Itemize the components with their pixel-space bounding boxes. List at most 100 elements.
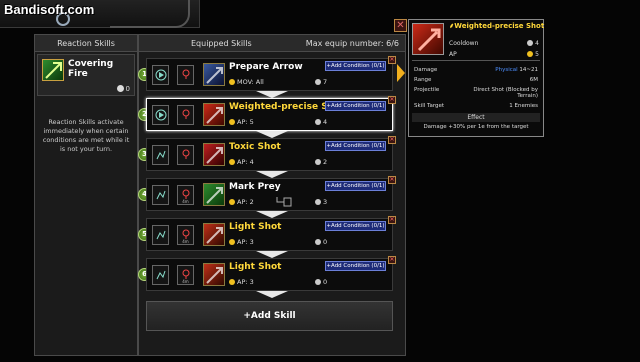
- target-location-button[interactable]: [177, 145, 194, 165]
- skill-cost: AP: 4: [229, 158, 254, 166]
- skill-cooldown: 0: [315, 278, 327, 286]
- skill-name: Light Shot: [229, 262, 282, 272]
- target-mode-button[interactable]: [152, 145, 169, 165]
- cooldown-icon: [315, 199, 321, 205]
- reaction-skills-title: Reaction Skills: [35, 35, 137, 52]
- skill-cost: AP: 3: [229, 238, 254, 246]
- cooldown-icon: [315, 159, 321, 165]
- skill-tooltip: ⸙Weighted-precise Shot Cooldown 4 AP 5 D…: [408, 19, 544, 137]
- tooltip-projectile-label: Projectile: [414, 87, 440, 93]
- range-label: 4m: [182, 279, 189, 284]
- cooldown-icon: [315, 239, 321, 245]
- add-condition-button[interactable]: +Add Condition (0/1): [325, 221, 386, 231]
- reaction-skill-name: Covering Fire: [68, 59, 114, 79]
- target-mode-button[interactable]: [152, 65, 169, 85]
- tooltip-damage-label: Damage: [414, 67, 438, 73]
- tooltip-range-value: 6M: [529, 77, 538, 83]
- ap-icon: [229, 159, 235, 165]
- cooldown-icon: [315, 119, 321, 125]
- equipped-skill-row[interactable]: Toxic Shot AP: 4 2 +Add Condition (0/1) ✕: [146, 136, 396, 171]
- tooltip-effect-value: Damage +30% per 1e from the target: [423, 124, 529, 130]
- sequence-arrow-icon: [256, 91, 288, 98]
- add-condition-button[interactable]: +Add Condition (0/1): [325, 61, 386, 71]
- skill-cooldown: 7: [315, 78, 327, 86]
- remove-skill-icon[interactable]: ✕: [388, 256, 396, 264]
- remove-skill-icon[interactable]: ✕: [388, 176, 396, 184]
- covering-fire-icon: [42, 59, 64, 81]
- selection-pointer-icon: [397, 64, 405, 82]
- hud-frame-ornament: [110, 0, 190, 28]
- equipped-skill-row[interactable]: 4m Light Shot AP: 3 0 +Add Condition (0/1) ✕: [146, 216, 396, 251]
- skill-icon: [203, 63, 225, 86]
- skill-name: Toxic Shot: [229, 142, 281, 152]
- remove-skill-icon[interactable]: ✕: [388, 56, 396, 64]
- ap-icon: [527, 51, 534, 57]
- target-mode-button[interactable]: [152, 185, 169, 205]
- skill-cooldown: 3: [315, 198, 327, 206]
- reaction-skills-panel: Reaction Skills Covering Fire 0 Reaction…: [34, 34, 138, 356]
- equipped-skill-row[interactable]: 4m Light Shot AP: 3 0 +Add Condition (0/1) ✕: [146, 256, 396, 291]
- add-condition-button[interactable]: +Add Condition (0/1): [325, 181, 386, 191]
- skill-cooldown: 0: [315, 238, 327, 246]
- remove-skill-icon[interactable]: ✕: [388, 136, 396, 144]
- tooltip-skill-name: ⸙Weighted-precise Shot: [449, 22, 545, 30]
- skill-icon: [203, 103, 225, 126]
- close-icon[interactable]: ✕: [394, 19, 407, 32]
- reaction-skill-slot[interactable]: Covering Fire 0: [37, 54, 135, 96]
- tooltip-ap-value: 5: [527, 51, 539, 58]
- tooltip-target-value: 1 Enemies: [509, 103, 538, 109]
- range-label: 4m: [182, 239, 189, 244]
- skill-icon: [203, 143, 225, 166]
- reaction-skill-count: 0: [116, 85, 130, 93]
- add-skill-button[interactable]: +Add Skill: [146, 301, 393, 331]
- ap-icon: [229, 279, 235, 285]
- tooltip-projectile-value: Direct Shot (Blocked by Terrain): [473, 87, 538, 99]
- equipped-skill-row[interactable]: 4m Mark Prey AP: 2 3 +Add Condition (0/1) ✕: [146, 176, 396, 211]
- reaction-skills-description: Reaction Skills activate immediately whe…: [42, 118, 130, 153]
- skill-name: Prepare Arrow: [229, 62, 303, 72]
- target-mode-button[interactable]: [152, 265, 169, 285]
- tooltip-damage-value: Physical 14~21: [495, 67, 538, 73]
- weighted-precise-shot-icon: [412, 23, 444, 55]
- skill-cost: AP: 2: [229, 198, 254, 206]
- skill-cooldown: 4: [315, 118, 327, 126]
- equipped-skill-row[interactable]: Prepare Arrow MOV: All 7 +Add Condition (0/…: [146, 56, 396, 91]
- cooldown-icon: [527, 40, 534, 46]
- condition-connector-icon: [276, 197, 292, 207]
- skill-cost: MOV: All: [229, 78, 264, 86]
- add-condition-button[interactable]: +Add Condition (0/1): [325, 101, 386, 111]
- sequence-arrow-icon: [256, 171, 288, 178]
- tooltip-ap-label: AP: [449, 51, 457, 58]
- skill-icon: [203, 263, 225, 286]
- target-location-button[interactable]: [177, 65, 194, 85]
- max-equip-label: Max equip number: 6/6: [305, 39, 399, 48]
- sequence-arrow-icon: [256, 131, 288, 138]
- skill-cooldown: 2: [315, 158, 327, 166]
- skill-icon: [203, 223, 225, 246]
- target-location-button[interactable]: 4m: [177, 225, 194, 245]
- target-mode-button[interactable]: [152, 105, 169, 125]
- equipped-skills-header: Equipped Skills Max equip number: 6/6: [139, 35, 405, 52]
- ap-icon: [229, 79, 235, 85]
- target-mode-button[interactable]: [152, 225, 169, 245]
- tooltip-target-label: Skill Target: [414, 103, 445, 109]
- skill-cost: AP: 5: [229, 118, 254, 126]
- skill-name: Mark Prey: [229, 182, 281, 192]
- equipped-skills-title: Equipped Skills: [191, 39, 252, 48]
- range-label: 4m: [182, 199, 189, 204]
- target-location-button[interactable]: 4m: [177, 265, 194, 285]
- tooltip-cooldown-value: 4: [527, 40, 539, 47]
- sequence-arrow-icon: [256, 211, 288, 218]
- tooltip-effect-header: Effect: [412, 113, 540, 122]
- target-location-button[interactable]: [177, 105, 194, 125]
- count-icon: [116, 85, 124, 92]
- skill-icon: [203, 183, 225, 206]
- equipped-skill-row[interactable]: Weighted-precise Shot AP: 5 4 +Add Conditio…: [146, 96, 396, 131]
- add-condition-button[interactable]: +Add Condition (0/1): [325, 261, 386, 271]
- tooltip-divider: [412, 60, 540, 61]
- target-location-button[interactable]: 4m: [177, 185, 194, 205]
- remove-skill-icon[interactable]: ✕: [388, 216, 396, 224]
- tooltip-range-label: Range: [414, 77, 432, 83]
- add-condition-button[interactable]: +Add Condition (0/1): [325, 141, 386, 151]
- remove-skill-icon[interactable]: ✕: [388, 96, 396, 104]
